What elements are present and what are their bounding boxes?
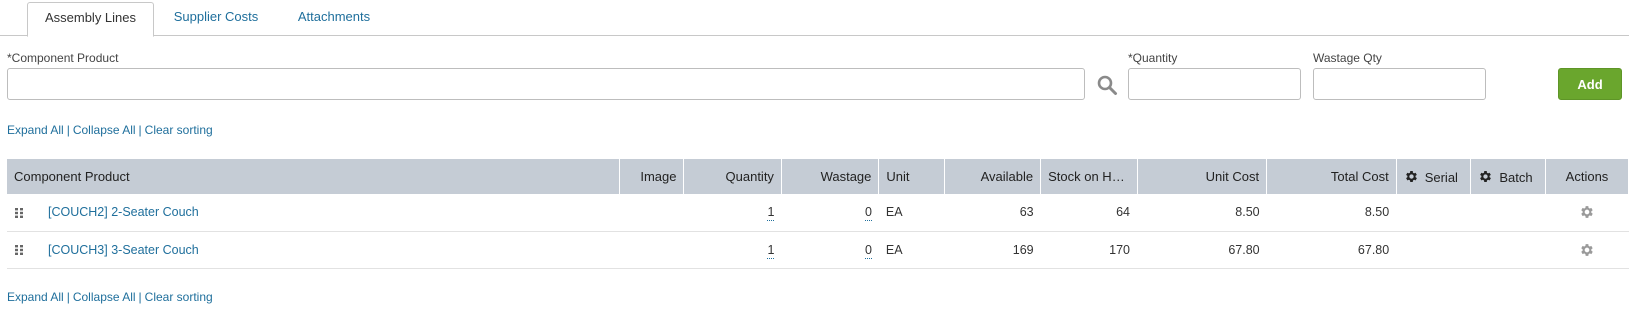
col-header-quantity[interactable]: Quantity (683, 159, 782, 194)
expand-all-link[interactable]: Expand All (7, 290, 64, 304)
expand-all-link[interactable]: Expand All (7, 123, 64, 137)
cell-wastage: 0 (781, 231, 879, 269)
clear-sorting-link[interactable]: Clear sorting (145, 290, 213, 304)
cell-quantity: 1 (683, 194, 782, 232)
cell-actions (1545, 194, 1629, 232)
col-header-wastage[interactable]: Wastage (781, 159, 880, 194)
collapse-all-link[interactable]: Collapse All (73, 290, 136, 304)
cell-unit-cost: 8.50 (1137, 194, 1267, 232)
add-button[interactable]: Add (1558, 68, 1622, 100)
col-header-actions: Actions (1545, 159, 1629, 194)
wastage-editable[interactable]: 0 (864, 205, 872, 222)
quantity-input[interactable] (1128, 68, 1301, 100)
col-header-serial[interactable]: Serial (1396, 159, 1472, 194)
wastage-qty-label: Wastage Qty (1313, 51, 1382, 65)
tab-supplier-costs[interactable]: Supplier Costs (164, 2, 268, 36)
wastage-editable[interactable]: 0 (864, 242, 872, 259)
col-header-total-cost[interactable]: Total Cost (1266, 159, 1397, 194)
table-header-row: Component Product Image Quantity Wastage… (7, 159, 1629, 194)
col-header-stock-on-hand[interactable]: Stock on Ha... (1040, 159, 1138, 194)
cell-image (619, 194, 684, 232)
tree-controls-bottom: Expand All | Collapse All | Clear sorting (7, 290, 213, 304)
cell-serial (1396, 231, 1471, 269)
col-header-batch-label: Batch (1499, 169, 1533, 185)
drag-handle-icon[interactable] (14, 245, 24, 256)
link-separator: | (138, 290, 142, 304)
gear-icon (1480, 170, 1492, 182)
cell-available: 169 (944, 231, 1041, 269)
col-header-available[interactable]: Available (944, 159, 1042, 194)
gear-icon (1405, 170, 1417, 182)
col-header-component-product[interactable]: Component Product (7, 159, 621, 194)
quantity-label: *Quantity (1128, 51, 1178, 65)
cell-component-product: [COUCH3] 3-Seater Couch (7, 231, 620, 269)
col-header-serial-label: Serial (1424, 169, 1458, 185)
tab-attachments[interactable]: Attachments (286, 2, 382, 36)
link-separator: | (66, 123, 70, 137)
tab-assembly-lines[interactable]: Assembly Lines (27, 2, 154, 37)
cell-quantity: 1 (683, 231, 782, 269)
cell-stock-on-hand: 170 (1040, 231, 1138, 269)
col-header-batch[interactable]: Batch (1470, 159, 1546, 194)
collapse-all-link[interactable]: Collapse All (73, 123, 136, 137)
table-row: [COUCH3] 3-Seater Couch 1 0 EA 169 170 6… (7, 231, 1629, 269)
wastage-qty-input[interactable] (1313, 68, 1486, 100)
quantity-editable[interactable]: 1 (767, 205, 775, 222)
col-header-image[interactable]: Image (619, 159, 685, 194)
assembly-lines-table: Component Product Image Quantity Wastage… (7, 159, 1629, 269)
gear-icon[interactable] (1579, 204, 1595, 220)
table-row: [COUCH2] 2-Seater Couch 1 0 EA 63 64 8.5… (7, 194, 1629, 232)
cell-batch (1470, 231, 1546, 269)
cell-serial (1396, 194, 1471, 232)
cell-available: 63 (944, 194, 1041, 232)
col-header-unit-cost[interactable]: Unit Cost (1137, 159, 1268, 194)
cell-image (619, 231, 684, 269)
cell-component-product: [COUCH2] 2-Seater Couch (7, 194, 620, 232)
cell-actions (1545, 231, 1629, 269)
clear-sorting-link[interactable]: Clear sorting (145, 123, 213, 137)
gear-icon[interactable] (1579, 242, 1595, 258)
cell-total-cost: 8.50 (1266, 194, 1397, 232)
product-link[interactable]: [COUCH2] 2-Seater Couch (48, 205, 199, 219)
cell-unit: EA (878, 231, 945, 269)
cell-unit-cost: 67.80 (1137, 231, 1267, 269)
cell-batch (1470, 194, 1546, 232)
link-separator: | (66, 290, 70, 304)
search-icon[interactable] (1096, 74, 1118, 96)
cell-wastage: 0 (781, 194, 879, 232)
tree-controls-top: Expand All | Collapse All | Clear sorting (7, 123, 213, 137)
tab-bar: Assembly Lines Supplier Costs Attachment… (0, 0, 1629, 37)
cell-unit: EA (878, 194, 945, 232)
cell-total-cost: 67.80 (1266, 231, 1397, 269)
drag-handle-icon[interactable] (14, 207, 24, 218)
product-link[interactable]: [COUCH3] 3-Seater Couch (48, 243, 199, 257)
component-product-label: *Component Product (7, 51, 119, 65)
component-product-input[interactable] (7, 68, 1085, 100)
cell-stock-on-hand: 64 (1040, 194, 1138, 232)
link-separator: | (138, 123, 142, 137)
col-header-unit[interactable]: Unit (878, 159, 945, 194)
quantity-editable[interactable]: 1 (767, 242, 775, 259)
